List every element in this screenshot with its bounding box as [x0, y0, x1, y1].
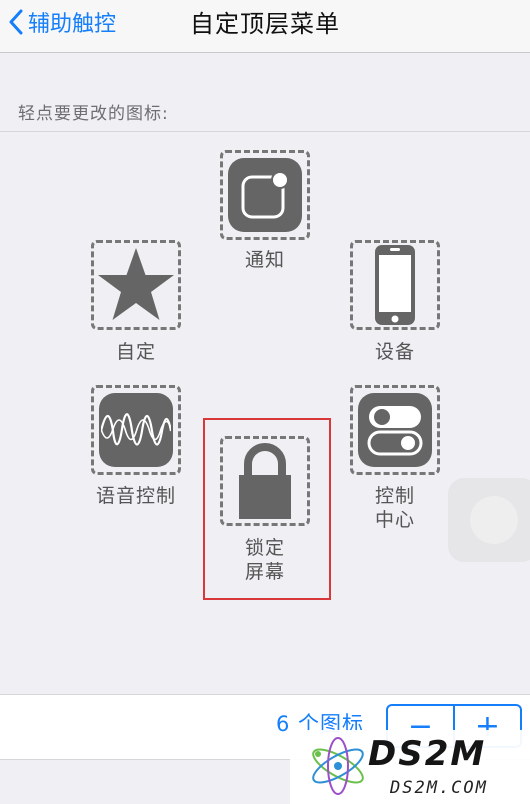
voice-control-slot[interactable]	[91, 385, 181, 475]
control-center-label-line1: 控制	[374, 485, 415, 507]
notification-icon	[241, 171, 289, 219]
iphone-icon	[375, 245, 415, 325]
device-slot[interactable]	[350, 240, 440, 330]
custom-slot[interactable]	[91, 240, 181, 330]
watermark-sub: DS2M.COM	[390, 778, 488, 798]
atom-logo-icon	[312, 737, 364, 795]
control-center-slot[interactable]	[350, 385, 440, 475]
device-label: 设备	[374, 341, 415, 363]
watermark-main: DS2M	[368, 734, 487, 774]
control-center-label: 控制 中心	[350, 484, 440, 532]
waveform-icon	[101, 413, 171, 446]
voice-control-label: 语音控制	[95, 485, 176, 507]
star-icon	[98, 248, 174, 320]
navigation-bar: 辅助触控 自定顶层菜单	[0, 0, 530, 53]
custom-label: 自定	[115, 341, 156, 363]
notification-slot[interactable]	[220, 150, 310, 240]
notification-tile	[228, 158, 302, 232]
highlight-box	[203, 418, 331, 600]
notification-label: 通知	[244, 249, 285, 271]
page-title: 自定顶层菜单	[190, 10, 340, 38]
voice-control-tile	[99, 393, 173, 467]
assistive-touch-button[interactable]	[448, 478, 530, 562]
assistive-touch-inner	[470, 496, 518, 544]
divider	[0, 131, 530, 132]
section-header: 轻点要更改的图标:	[18, 104, 169, 124]
toggle-switches-icon	[367, 406, 423, 456]
control-center-label-line2: 中心	[374, 509, 415, 531]
control-center-tile	[358, 393, 432, 467]
watermark: DS2M DS2M.COM	[290, 730, 530, 804]
